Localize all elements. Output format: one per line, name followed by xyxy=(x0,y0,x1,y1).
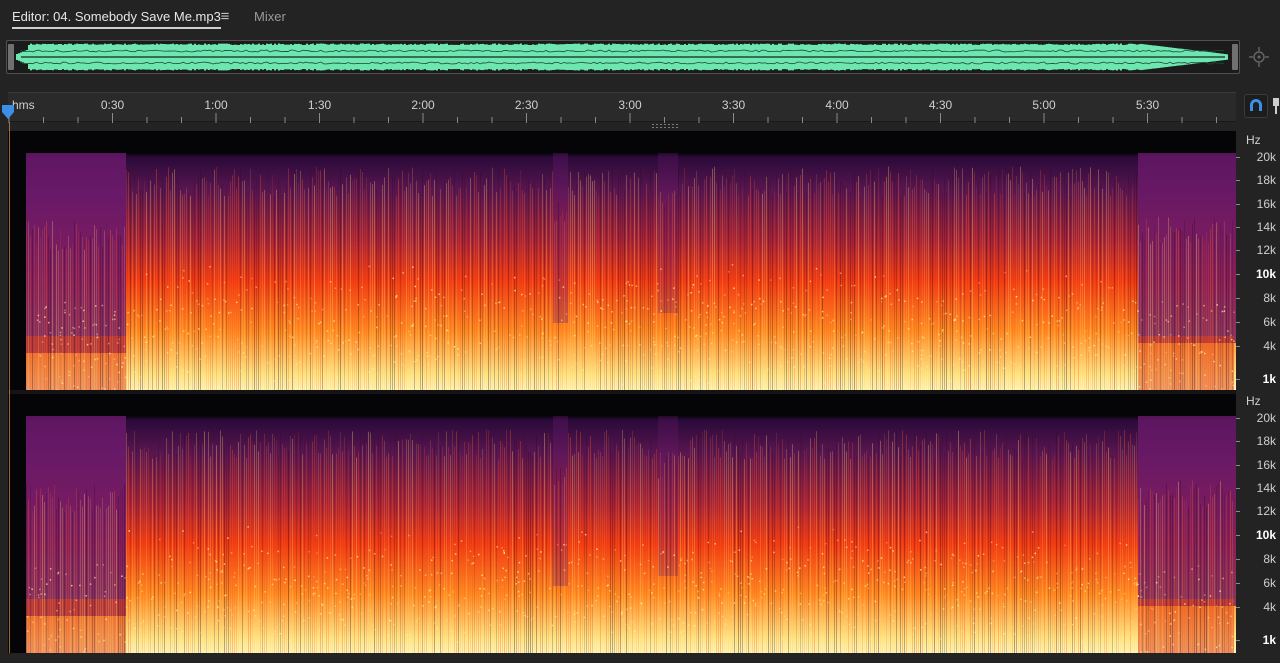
frequency-scale-left[interactable]: Hz 20k 18k 16k 14k 12k 10k 8k 6k 4k 1k xyxy=(1236,131,1280,390)
frequency-label: 6k xyxy=(1263,315,1276,329)
frequency-tick xyxy=(1236,204,1240,205)
frequency-label: 20k xyxy=(1256,150,1276,164)
overview-start-handle[interactable] xyxy=(8,44,14,70)
zoom-navigator-icon[interactable] xyxy=(1248,45,1270,69)
frequency-label: 4k xyxy=(1263,339,1276,353)
playhead-marker-icon[interactable] xyxy=(2,105,14,119)
frequency-label: 16k xyxy=(1256,458,1276,472)
playhead-line xyxy=(9,122,10,653)
frequency-unit-label: Hz xyxy=(1246,394,1261,408)
frequency-label: 6k xyxy=(1263,576,1276,590)
overview-end-handle[interactable] xyxy=(1232,44,1238,70)
frequency-tick xyxy=(1236,274,1240,275)
frequency-tick xyxy=(1236,511,1240,512)
spectrogram-texture xyxy=(8,394,1236,653)
ruler-time-label: 3:00 xyxy=(618,98,642,112)
frequency-tick xyxy=(1236,227,1240,228)
ruler-time-label: 2:30 xyxy=(515,98,539,112)
ruler-time-label: 1:30 xyxy=(308,98,332,112)
frequency-label: 10k xyxy=(1255,528,1276,542)
magnet-snap-icon[interactable] xyxy=(1244,94,1268,118)
frequency-label: 10k xyxy=(1255,267,1276,281)
frequency-label: 1k xyxy=(1262,372,1276,386)
time-ruler-graphic: hms 0:30 1:00 1:30 2:00 2:30 3:00 3:30 4:00 4:30… xyxy=(8,98,1217,123)
frequency-tick xyxy=(1236,559,1240,560)
status-strip xyxy=(0,653,1280,663)
tab-mixer[interactable]: Mixer xyxy=(254,0,286,34)
frequency-tick xyxy=(1236,157,1240,158)
frequency-tick xyxy=(1236,488,1240,489)
overview-waveform-graphic xyxy=(16,43,1228,71)
ruler-time-label: 3:30 xyxy=(722,98,746,112)
ruler-time-label: 4:30 xyxy=(929,98,953,112)
frequency-tick xyxy=(1236,640,1240,641)
spectrogram-texture xyxy=(8,131,1236,390)
panel-menu-icon[interactable]: ≡ xyxy=(218,0,232,34)
frequency-tick xyxy=(1236,346,1240,347)
frequency-tick xyxy=(1236,298,1240,299)
frequency-tick xyxy=(1236,379,1240,380)
overview-waveform[interactable] xyxy=(6,40,1240,74)
frequency-label: 14k xyxy=(1256,481,1276,495)
time-format-label: hms xyxy=(12,98,35,112)
frequency-label: 20k xyxy=(1256,411,1276,425)
frequency-tick xyxy=(1236,180,1240,181)
frequency-label: 18k xyxy=(1256,173,1276,187)
frequency-label: 12k xyxy=(1256,504,1276,518)
frequency-scale-right[interactable]: Hz 20k 18k 16k 14k 12k 10k 8k 6k 4k 1k xyxy=(1236,392,1280,651)
frequency-tick xyxy=(1236,322,1240,323)
panel-tab-bar: Editor: 04. Somebody Save Me.mp3 ≡ Mixer xyxy=(0,0,1280,34)
ruler-time-label: 0:30 xyxy=(101,98,125,112)
frequency-label: 1k xyxy=(1262,633,1276,647)
ruler-time-label: 2:00 xyxy=(411,98,435,112)
frequency-tick xyxy=(1236,607,1240,608)
spectrogram-channel-left[interactable] xyxy=(8,131,1236,390)
frequency-tick xyxy=(1236,583,1240,584)
frequency-unit-label: Hz xyxy=(1246,133,1261,147)
frequency-label: 16k xyxy=(1256,197,1276,211)
ruler-time-label: 1:00 xyxy=(204,98,228,112)
frequency-label: 12k xyxy=(1256,243,1276,257)
frequency-tick xyxy=(1236,441,1240,442)
ruler-time-label: 5:00 xyxy=(1032,98,1056,112)
frequency-tick xyxy=(1236,465,1240,466)
frequency-label: 4k xyxy=(1263,600,1276,614)
spectral-frequency-display[interactable] xyxy=(8,131,1236,653)
time-ruler[interactable]: hms 0:30 1:00 1:30 2:00 2:30 3:00 3:30 4:00 4:30… xyxy=(8,92,1236,123)
pin-icon[interactable] xyxy=(1272,96,1280,116)
tab-editor[interactable]: Editor: 04. Somebody Save Me.mp3 xyxy=(12,0,221,34)
frequency-label: 8k xyxy=(1263,552,1276,566)
frequency-tick xyxy=(1236,250,1240,251)
frequency-label: 14k xyxy=(1256,220,1276,234)
frequency-tick xyxy=(1236,418,1240,419)
panel-resize-grip[interactable] xyxy=(652,124,678,128)
spectrogram-channel-right[interactable] xyxy=(8,394,1236,653)
ruler-time-label: 5:30 xyxy=(1136,98,1160,112)
frequency-label: 8k xyxy=(1263,291,1276,305)
frequency-label: 18k xyxy=(1256,434,1276,448)
ruler-time-label: 4:00 xyxy=(825,98,849,112)
frequency-tick xyxy=(1236,535,1240,536)
